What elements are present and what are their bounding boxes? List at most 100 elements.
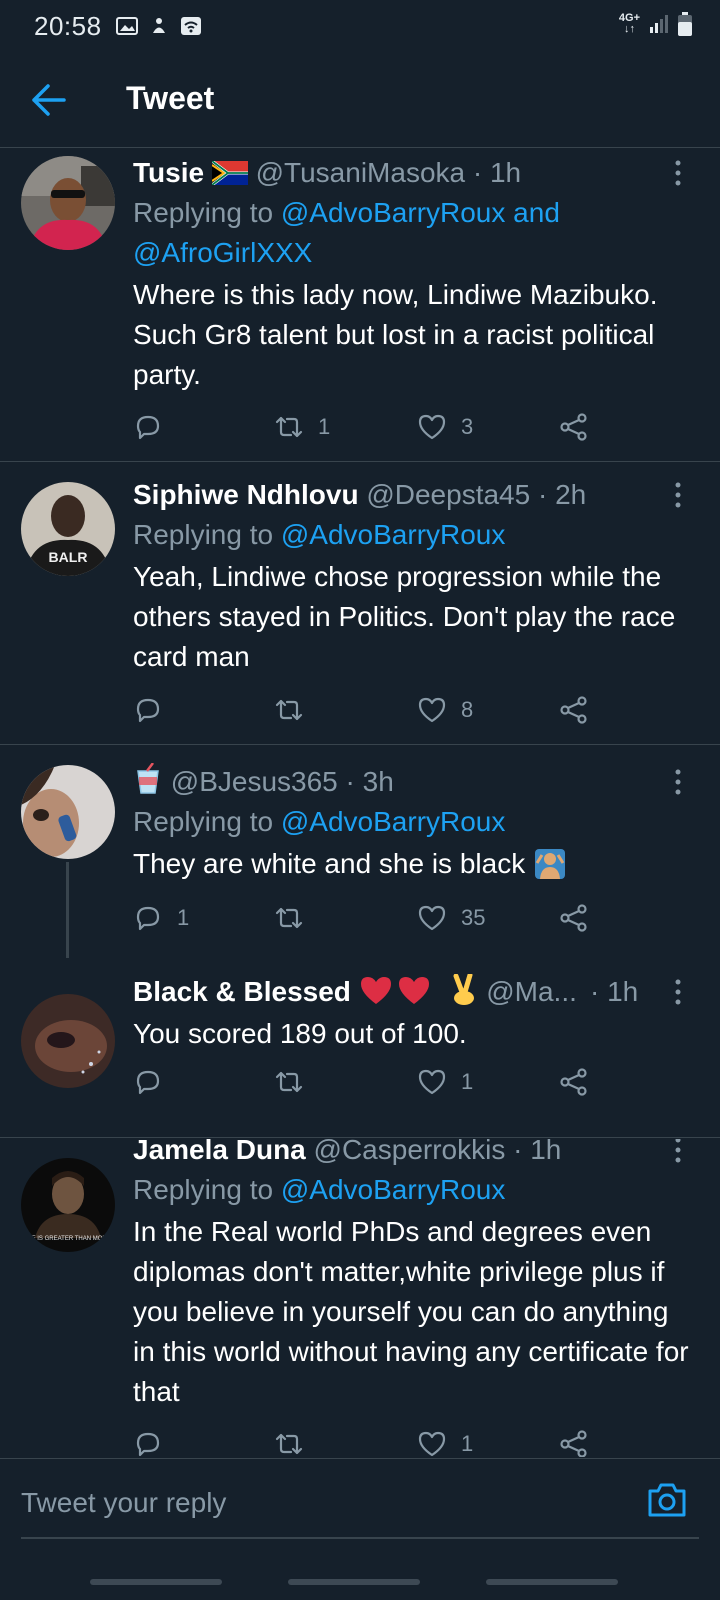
back-arrow-icon[interactable] bbox=[28, 82, 68, 118]
mention-link[interactable]: @AdvoBarryRoux bbox=[281, 197, 506, 228]
avatar[interactable] bbox=[21, 156, 115, 250]
nav-back-button[interactable] bbox=[486, 1579, 618, 1585]
more-options-icon[interactable] bbox=[672, 481, 684, 509]
tweet-text: They are white and she is black bbox=[133, 844, 692, 884]
share-button[interactable] bbox=[559, 898, 589, 938]
retweet-button[interactable] bbox=[274, 898, 318, 938]
like-button[interactable]: 35 bbox=[417, 898, 485, 938]
more-options-icon[interactable] bbox=[672, 768, 684, 796]
battery-icon bbox=[678, 12, 692, 36]
tweet[interactable]: TIME IS GREATER THAN MONEY Jamela Duna @… bbox=[0, 1139, 720, 1457]
author-handle[interactable]: @Ma... bbox=[486, 976, 577, 1007]
like-button[interactable]: 3 bbox=[417, 407, 473, 447]
author-handle[interactable]: @Deepsta45 bbox=[366, 479, 530, 510]
author-name[interactable]: Black & Blessed bbox=[133, 976, 351, 1007]
mention-link[interactable]: @AfroGirlXXX bbox=[133, 237, 312, 268]
avatar-image bbox=[21, 156, 115, 250]
avatar-image bbox=[21, 994, 115, 1088]
share-button[interactable] bbox=[559, 690, 589, 730]
retweet-icon bbox=[275, 699, 303, 721]
author-handle[interactable]: @TusaniMasoka bbox=[256, 157, 465, 188]
author-handle[interactable]: @BJesus365 bbox=[171, 766, 338, 797]
share-icon bbox=[560, 696, 587, 724]
status-time: 20:58 bbox=[34, 10, 102, 41]
retweet-icon bbox=[275, 1433, 303, 1455]
avatar[interactable] bbox=[21, 994, 115, 1088]
avatar[interactable] bbox=[21, 765, 115, 859]
replying-to: Replying to @AdvoBarryRoux bbox=[133, 1174, 506, 1205]
thread-line bbox=[66, 862, 69, 958]
status-bar: 20:58 4G+ ↓↑ bbox=[0, 0, 720, 52]
avatar[interactable]: BALR bbox=[21, 482, 115, 576]
like-button[interactable]: 8 bbox=[417, 690, 473, 730]
wifi-status-icon bbox=[180, 17, 201, 35]
share-icon bbox=[560, 1068, 587, 1096]
heart-icon bbox=[418, 1069, 446, 1095]
replying-to: Replying to @AdvoBarryRoux bbox=[133, 806, 506, 837]
tweet[interactable]: Black & Blessed @Ma... You scored 189 ou… bbox=[0, 958, 720, 1138]
reply-input-underline bbox=[21, 1537, 699, 1539]
reply-icon bbox=[136, 906, 160, 931]
header: Tweet bbox=[0, 52, 720, 148]
share-button[interactable] bbox=[559, 407, 589, 447]
heart-icon bbox=[418, 414, 446, 440]
tweet[interactable]: Tusie @TusaniMasoka · 1h Replying to @Ad… bbox=[0, 149, 720, 462]
reply-button[interactable] bbox=[133, 1062, 177, 1102]
retweet-button[interactable]: 1 bbox=[274, 407, 330, 447]
reply-button[interactable] bbox=[133, 1424, 177, 1457]
share-icon bbox=[560, 413, 587, 441]
share-icon bbox=[560, 904, 587, 932]
tweet[interactable]: @BJesus365 · 3h Replying to @AdvoBarryRo… bbox=[0, 746, 720, 958]
avatar-image: TIME IS GREATER THAN MONEY bbox=[21, 1158, 115, 1252]
retweet-button[interactable] bbox=[274, 690, 318, 730]
avatar-image bbox=[21, 765, 115, 859]
author-name[interactable]: Siphiwe Ndhlovu bbox=[133, 479, 359, 510]
retweet-button[interactable] bbox=[274, 1062, 318, 1102]
author-name[interactable]: Tusie bbox=[133, 157, 204, 188]
like-button[interactable]: 1 bbox=[417, 1424, 473, 1457]
mention-link[interactable]: @AdvoBarryRoux bbox=[281, 806, 506, 837]
tweet-text: You scored 189 out of 100. bbox=[133, 1018, 467, 1049]
mention-link[interactable]: @AdvoBarryRoux bbox=[281, 519, 506, 550]
drink-emoji-icon bbox=[137, 762, 159, 794]
retweet-icon bbox=[275, 416, 303, 438]
south-africa-flag-icon bbox=[210, 159, 248, 187]
tweet-text: In the Real world PhDs and degrees even … bbox=[133, 1216, 689, 1407]
reply-button[interactable] bbox=[133, 407, 177, 447]
tweet-time: · 1h bbox=[472, 157, 522, 188]
camera-icon[interactable] bbox=[646, 1481, 688, 1519]
reply-icon bbox=[136, 1432, 160, 1457]
tweet-text: Where is this lady now, Lindiwe Mazibuko… bbox=[133, 279, 658, 390]
reply-icon bbox=[136, 698, 160, 723]
share-icon bbox=[560, 1430, 587, 1457]
gallery-icon bbox=[115, 17, 138, 35]
tweet-time: · 1h bbox=[513, 1139, 562, 1165]
reply-icon bbox=[136, 415, 160, 440]
avatar-shirt-text: BALR bbox=[49, 549, 88, 565]
share-button[interactable] bbox=[559, 1062, 589, 1102]
reply-input[interactable] bbox=[21, 1479, 641, 1527]
tweet[interactable]: BALR Siphiwe Ndhlovu @Deepsta45 · 2h Rep… bbox=[0, 463, 720, 745]
nav-recents-button[interactable] bbox=[90, 1579, 222, 1585]
author-name[interactable]: Jamela Duna bbox=[133, 1139, 306, 1165]
avatar[interactable]: TIME IS GREATER THAN MONEY bbox=[21, 1158, 115, 1252]
more-options-icon[interactable] bbox=[672, 159, 684, 187]
shrug-emoji-icon bbox=[535, 849, 565, 879]
heart-icon bbox=[418, 697, 446, 723]
nav-home-button[interactable] bbox=[288, 1579, 420, 1585]
reply-button[interactable]: 1 bbox=[133, 898, 189, 938]
signal-icon bbox=[650, 15, 668, 33]
system-nav-bar bbox=[0, 1575, 720, 1589]
avatar-image: BALR bbox=[21, 482, 115, 576]
more-options-icon[interactable] bbox=[672, 1139, 684, 1164]
more-options-icon[interactable] bbox=[672, 978, 684, 1006]
mention-link[interactable]: @AdvoBarryRoux bbox=[281, 1174, 506, 1205]
reply-button[interactable] bbox=[133, 690, 177, 730]
notification-icon bbox=[152, 18, 165, 33]
retweet-button[interactable] bbox=[274, 1424, 318, 1457]
heart-icon bbox=[418, 905, 446, 931]
hearts-emoji-icon bbox=[360, 977, 429, 1004]
like-button[interactable]: 1 bbox=[417, 1062, 473, 1102]
share-button[interactable] bbox=[559, 1424, 589, 1457]
author-handle[interactable]: @Casperrokkis bbox=[314, 1139, 506, 1165]
